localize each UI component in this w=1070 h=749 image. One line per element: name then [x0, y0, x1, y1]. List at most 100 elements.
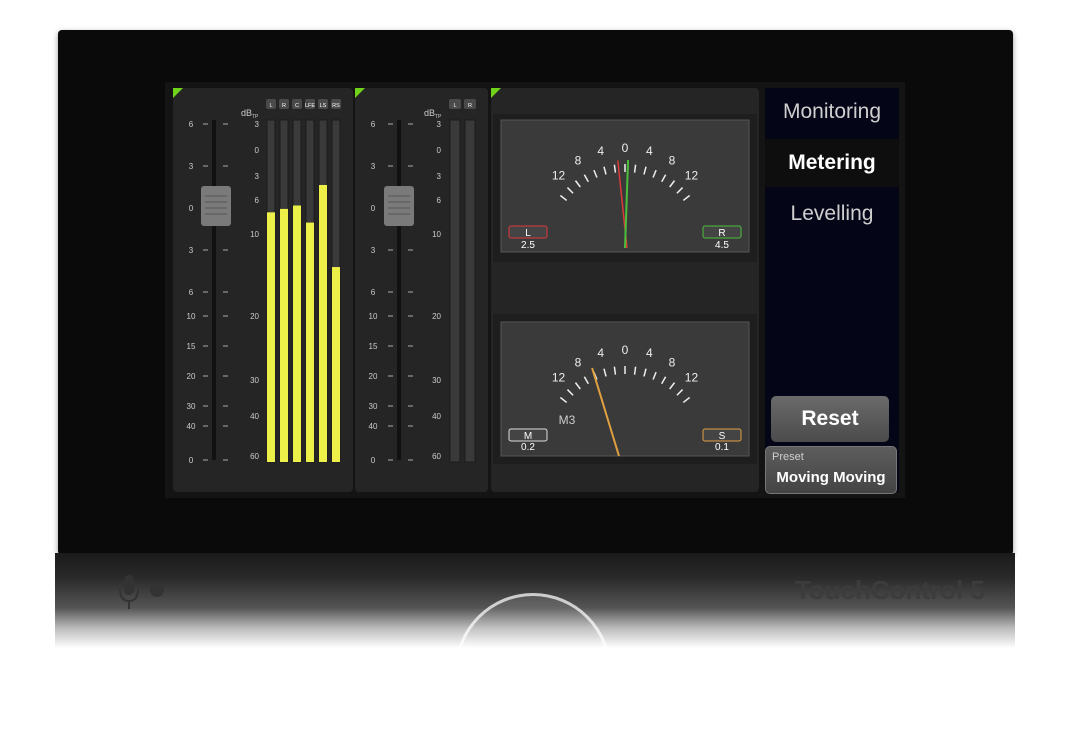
meter-bar-fill: [267, 212, 275, 462]
meter-bar-track: [464, 119, 476, 463]
meter-scale-label: 10: [432, 230, 441, 239]
fader-scale-label: 6: [189, 120, 194, 129]
fader-scale-label: 3: [371, 246, 376, 255]
fader-track: [397, 120, 401, 460]
vu-scale-label: 12: [552, 169, 566, 183]
meter-scale-label: 3: [437, 120, 442, 129]
vu-top-right-value: 4.5: [715, 240, 729, 251]
meter-scale-label: 20: [250, 312, 259, 321]
vu-meter-panel: 12 8 4 0 4 8 12 L 2.5 R 4.5 12 8 4 0 4 8 12 M3 M 0.2…: [491, 88, 759, 492]
vu-scale-label: 12: [685, 169, 699, 183]
vu-top-right-label: R: [718, 228, 725, 239]
channel-headers: LR: [449, 99, 476, 109]
channel-header-label: LFE: [305, 103, 315, 109]
nav-monitoring[interactable]: Monitoring: [765, 88, 899, 136]
fader-scale-label: 6: [371, 288, 376, 297]
vu-bottom-left-label: M: [524, 431, 532, 442]
fader-scale-label: 3: [189, 162, 194, 171]
meter-unit: dB: [241, 108, 252, 118]
meter-scale: 30361020304060: [250, 120, 259, 461]
vu-top-left-value: 2.5: [521, 240, 535, 251]
meter-scale-label: 6: [437, 196, 442, 205]
nav-metering[interactable]: Metering: [765, 139, 899, 187]
vu-tick: [633, 366, 637, 375]
fader-scale-label: 40: [369, 422, 378, 431]
vu-scale-label: 8: [575, 154, 582, 168]
vu-bottom-center-label: M3: [559, 413, 576, 427]
fader-scale-label: 0: [189, 456, 194, 465]
channel-header-label: RS: [332, 103, 340, 109]
meter-scale-label: 3: [437, 172, 442, 181]
meter-bar-fill: [306, 222, 314, 462]
meter-bar-fill: [293, 205, 301, 462]
vu-scale-label: 4: [646, 144, 653, 158]
meter-scale-label: 0: [255, 146, 260, 155]
vu-scale-label: 4: [597, 346, 604, 360]
meter-scale-label: 60: [250, 452, 259, 461]
vu-bottom-left-value: 0.2: [521, 442, 535, 453]
meter-scale-label: 30: [250, 376, 259, 385]
vu-tick: [633, 164, 637, 173]
vu-scale-label: 8: [575, 356, 582, 370]
fader-scale-label: 6: [189, 288, 194, 297]
fader-scale-label: 20: [187, 372, 196, 381]
vu-scale-label: 4: [646, 346, 653, 360]
panel-corner-indicator: [173, 88, 183, 98]
meter-scale-label: 10: [250, 230, 259, 239]
meter-unit: dB: [424, 108, 435, 118]
meter-scale: 30361020304060: [432, 120, 441, 461]
device-base: TouchControl 5: [55, 553, 1015, 749]
vu-tick: [613, 164, 617, 173]
meter-scale-label: 40: [432, 412, 441, 421]
meter-scale-label: 0: [437, 146, 442, 155]
meter-bar-fill: [319, 184, 327, 462]
meter-bar-fill: [332, 267, 340, 462]
meter-bar-track: [449, 119, 461, 463]
fader-scale-label: 6: [371, 120, 376, 129]
vu-scale-label: 8: [669, 154, 676, 168]
channel-header-label: C: [295, 103, 299, 109]
fader-track: [212, 120, 216, 460]
touch-screen: 6 3 0 3 6 10 15 20 30 40 0 dB TP 3 0 3 6 10 20 30 40 60 LR…: [165, 82, 905, 498]
rotary-knob[interactable]: [455, 593, 611, 749]
vu-tick: [613, 366, 617, 375]
fader-knob[interactable]: [201, 186, 231, 226]
fader-scale-label: 30: [369, 402, 378, 411]
meter-scale-label: 30: [432, 376, 441, 385]
stereo-meter-panel: 6 3 0 3 6 10 15 20 30 40 0 dB TP 3 0 3 6 10 20 30 40 60 LR: [355, 88, 488, 492]
brand-label: TouchControl 5: [794, 575, 985, 605]
channel-headers: L R C LFE LS RS: [266, 99, 341, 109]
channel-header-label: R: [468, 103, 472, 109]
meter-bar-fill: [280, 208, 288, 462]
panel-corner-indicator: [491, 88, 501, 98]
stereo-bars: [449, 119, 476, 463]
vu-scale-label: 12: [685, 371, 699, 385]
fader-scale-label: 3: [189, 246, 194, 255]
stereo-meter-svg: 6303610152030400 dB TP 30361020304060 LR: [369, 99, 476, 465]
vu-scale-label: 0: [622, 343, 629, 357]
meter-scale-label: 3: [255, 120, 260, 129]
fader-scale-label: 0: [371, 456, 376, 465]
surround-meter-panel: 6 3 0 3 6 10 15 20 30 40 0 dB TP 3 0 3 6 10 20 30 40 60 LR…: [173, 88, 353, 492]
fader-scale-label: 10: [369, 312, 378, 321]
vu-bottom-right-value: 0.1: [715, 442, 729, 453]
vu-top-left-label: L: [525, 228, 531, 239]
fader-scale-label: 20: [369, 372, 378, 381]
meter-scale-label: 40: [250, 412, 259, 421]
vu-bottom-right-label: S: [719, 431, 726, 442]
fader-scale-label: 30: [187, 402, 196, 411]
surround-bars: [266, 119, 341, 463]
preset-value: Moving Moving: [776, 469, 886, 486]
fader-scale-label: 15: [187, 342, 196, 351]
vu-scale-label: 12: [552, 371, 566, 385]
preset-selector[interactable]: Preset Moving Moving: [765, 446, 897, 494]
fader-scale-label: 3: [371, 162, 376, 171]
microphone-icon: [119, 575, 139, 609]
fader-knob[interactable]: [384, 186, 414, 226]
nav-levelling[interactable]: Levelling: [765, 190, 899, 238]
channel-header-label: LS: [320, 103, 327, 109]
reset-button[interactable]: Reset: [771, 396, 889, 442]
vu-scale-label: 8: [669, 356, 676, 370]
channel-header-label: L: [453, 103, 456, 109]
panel-corner-indicator: [355, 88, 365, 98]
